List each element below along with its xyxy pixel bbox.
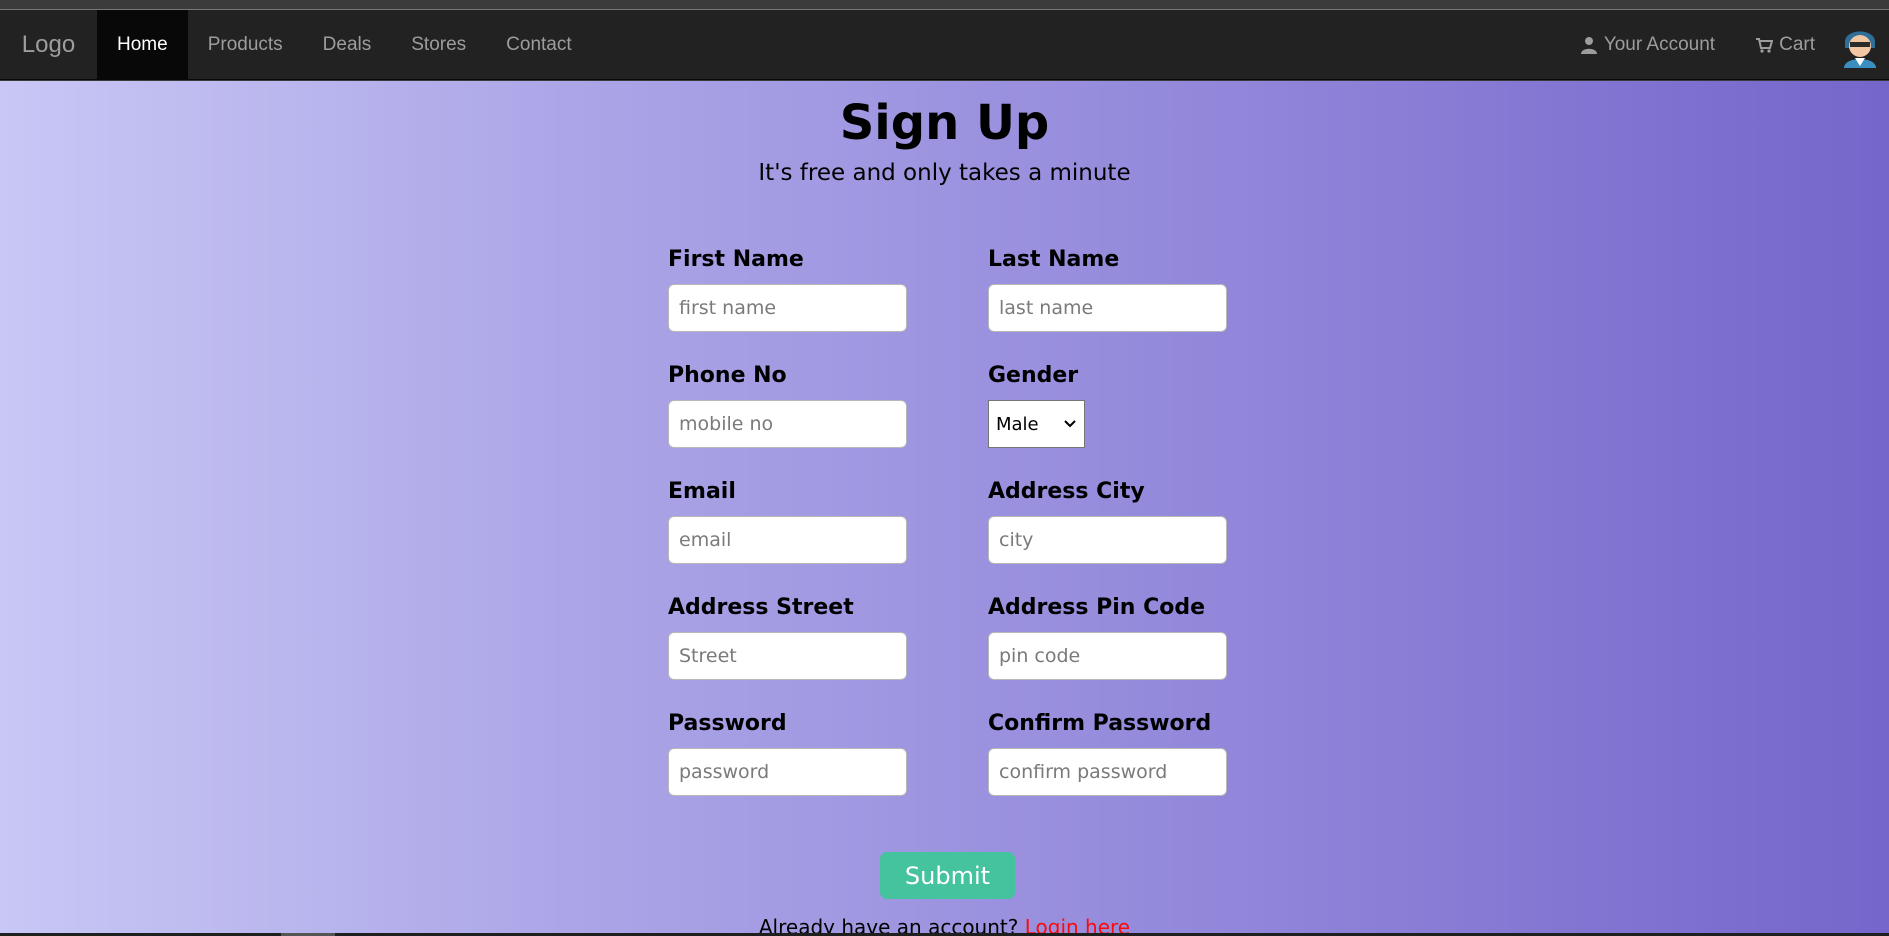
nav-stores[interactable]: Stores — [391, 10, 486, 79]
confirm-password-input[interactable] — [988, 748, 1227, 796]
nav-links: Home Products Deals Stores Contact — [97, 10, 592, 79]
pin-label: Address Pin Code — [988, 595, 1206, 620]
brand-logo[interactable]: Logo — [0, 10, 97, 79]
pin-field: Address Pin Code — [988, 595, 1228, 680]
password-field: Password — [668, 711, 908, 796]
last-name-input[interactable] — [988, 284, 1227, 332]
your-account-label: Your Account — [1603, 33, 1716, 55]
nav-products[interactable]: Products — [188, 10, 303, 79]
confirm-password-label: Confirm Password — [988, 711, 1212, 736]
avatar-icon[interactable] — [1841, 22, 1879, 68]
user-icon — [1580, 36, 1597, 54]
gender-selected-value: Male — [996, 413, 1039, 435]
phone-field: Phone No — [668, 363, 908, 448]
cart-label: Cart — [1779, 33, 1815, 55]
last-name-label: Last Name — [988, 247, 1120, 272]
browser-top-strip — [0, 0, 1889, 10]
gender-select[interactable]: Male — [988, 400, 1085, 448]
first-name-input[interactable] — [668, 284, 907, 332]
password-input[interactable] — [668, 748, 907, 796]
your-account-link[interactable]: Your Account — [1560, 10, 1735, 80]
street-label: Address Street — [668, 595, 854, 620]
page-title: Sign Up — [839, 95, 1050, 151]
nav-home[interactable]: Home — [97, 10, 188, 79]
phone-label: Phone No — [668, 363, 787, 388]
nav-deals[interactable]: Deals — [303, 10, 392, 79]
first-name-label: First Name — [668, 247, 804, 272]
confirm-password-field: Confirm Password — [988, 711, 1228, 796]
city-field: Address City — [988, 479, 1228, 564]
city-label: Address City — [988, 479, 1145, 504]
cart-icon — [1756, 37, 1774, 53]
password-label: Password — [668, 711, 787, 736]
street-field: Address Street — [668, 595, 908, 680]
gender-label: Gender — [988, 363, 1079, 388]
phone-input[interactable] — [668, 400, 907, 448]
nav-contact[interactable]: Contact — [486, 10, 591, 79]
cart-link[interactable]: Cart — [1735, 10, 1835, 80]
city-input[interactable] — [988, 516, 1227, 564]
top-navbar: Logo Home Products Deals Stores Contact … — [0, 10, 1889, 80]
email-input[interactable] — [668, 516, 907, 564]
first-name-field: First Name — [668, 247, 908, 332]
submit-button[interactable]: Submit — [880, 852, 1015, 899]
street-input[interactable] — [668, 632, 907, 680]
gender-field: Gender Male — [988, 363, 1228, 448]
page-subtitle: It's free and only takes a minute — [758, 160, 1131, 186]
last-name-field: Last Name — [988, 247, 1228, 332]
email-field: Email — [668, 479, 908, 564]
chevron-down-icon — [1064, 420, 1076, 428]
pin-input[interactable] — [988, 632, 1227, 680]
email-label: Email — [668, 479, 736, 504]
signup-page: Sign Up It's free and only takes a minut… — [0, 81, 1889, 936]
nav-right: Your Account Cart — [1560, 10, 1889, 79]
